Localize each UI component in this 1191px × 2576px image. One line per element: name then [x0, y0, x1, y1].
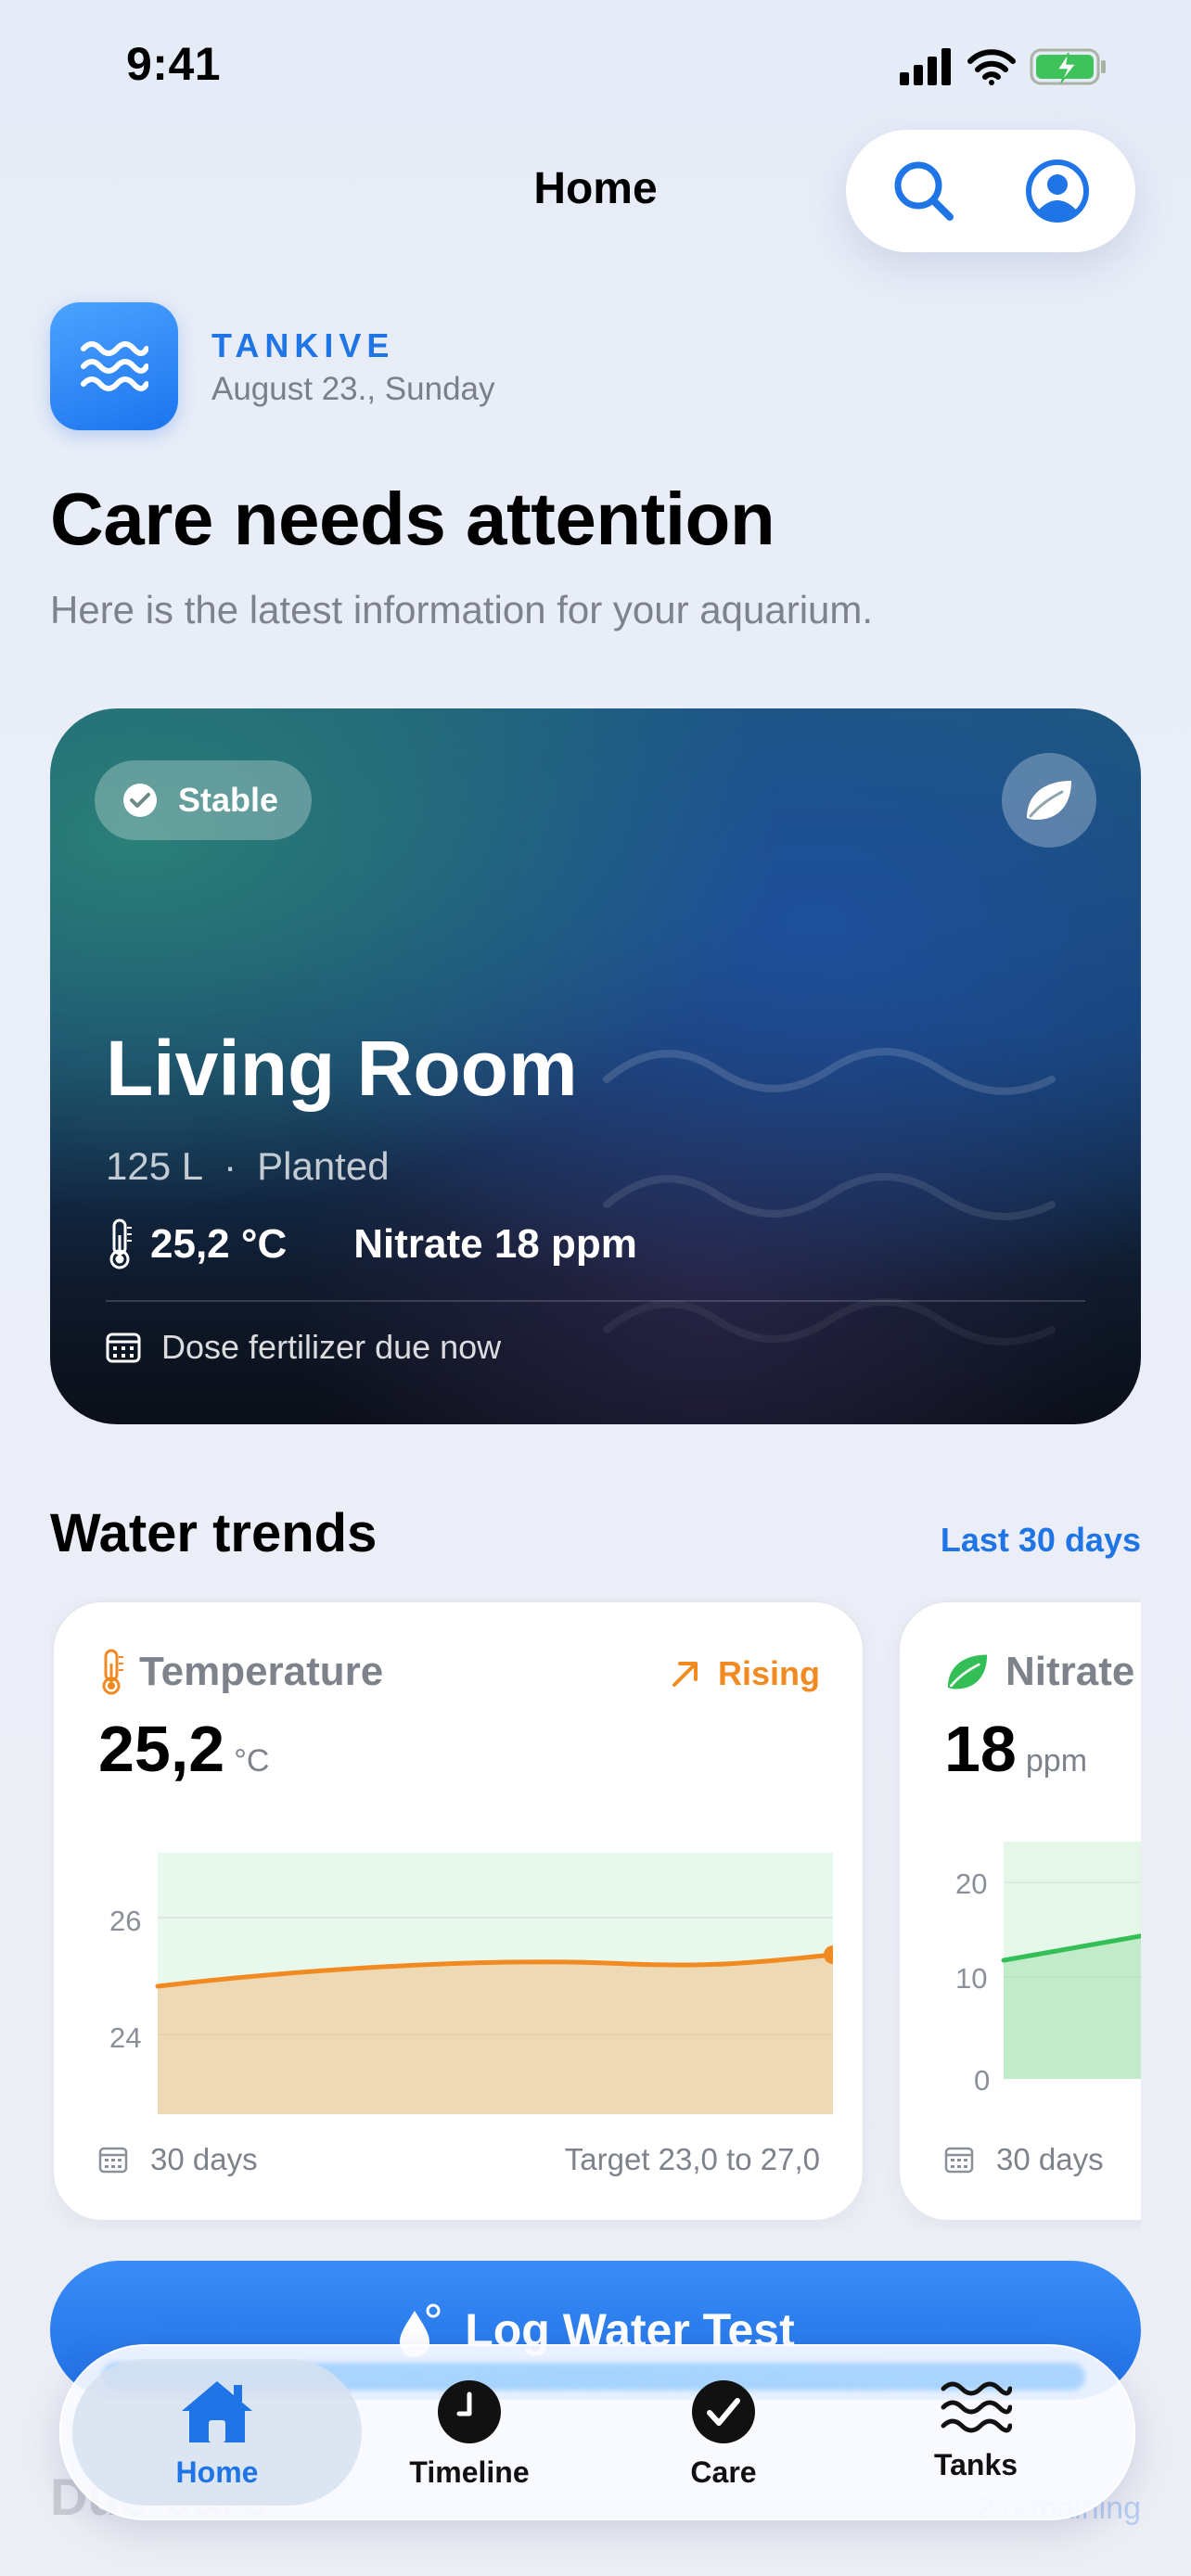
trend-footer: 30 days [98, 2142, 258, 2177]
trend-direction: Rising [670, 1654, 820, 1693]
profile-button[interactable] [1020, 154, 1095, 228]
search-icon [894, 161, 954, 221]
tank-meta: 125 L · Planted [106, 1144, 390, 1189]
trend-header: Nitrate [944, 1649, 1134, 1695]
house-icon [182, 2381, 252, 2442]
trend-label: Nitrate [1005, 1649, 1135, 1694]
nitrate-chart: 20 10 0 [955, 1842, 1141, 2097]
checkmark-circle-icon [692, 2380, 755, 2443]
trend-header: Temperature [98, 1649, 383, 1695]
leaf-icon [1027, 781, 1071, 820]
person-circle-icon [1026, 159, 1089, 223]
trend-unit: °C [234, 1743, 270, 1779]
calendar-icon [106, 1333, 141, 1363]
y-tick-26: 26 [109, 1905, 141, 1937]
tank-card-living-room[interactable]: Stable Living Room 125 L · Planted 25,2 … [50, 708, 1141, 1424]
trend-value: 25,2 °C [98, 1712, 269, 1786]
calendar-icon [944, 2147, 974, 2174]
section-title: Water trends [50, 1503, 378, 1563]
y-tick-0: 0 [974, 2064, 990, 2097]
tank-nitrate: Nitrate 18 ppm [353, 1221, 637, 1267]
trend-card-nitrate[interactable]: Nitrate 18 ppm 20 10 0 30 days [898, 1600, 1141, 2222]
search-button[interactable] [887, 154, 961, 228]
tab-care[interactable]: Care [621, 2378, 826, 2507]
tab-tanks[interactable]: Tanks [874, 2378, 1078, 2507]
tank-temperature: 25,2 °C [150, 1221, 288, 1267]
trend-card-temperature[interactable]: Temperature Rising 25,2 °C 26 24 30 days… [52, 1600, 864, 2222]
divider [106, 1300, 1085, 1302]
wifi-icon [967, 49, 1016, 85]
trend-unit: ppm [1025, 1743, 1088, 1779]
tab-home[interactable]: Home [115, 2378, 319, 2507]
clock-icon [438, 2380, 501, 2443]
battery-charging-icon [1030, 48, 1106, 85]
trend-label: Temperature [139, 1649, 384, 1694]
status-badge: Stable [95, 760, 313, 840]
tab-label: Home [175, 2455, 259, 2489]
app-logo [50, 302, 178, 430]
tab-label: Timeline [409, 2455, 530, 2489]
meta-separator: · [224, 1144, 237, 1188]
tank-type: Planted [257, 1144, 390, 1188]
checkmark-circle-icon [123, 784, 157, 817]
trend-period: 30 days [996, 2142, 1104, 2176]
tab-label: Care [690, 2455, 757, 2489]
headline: Care needs attention [50, 478, 775, 560]
waves-icon [941, 2381, 1012, 2433]
y-tick-20: 20 [955, 1868, 987, 1900]
trend-footer: 30 days [944, 2142, 1104, 2177]
thermometer-icon [109, 1218, 132, 1269]
plant-info-button[interactable] [1002, 753, 1096, 848]
tab-bar: Home Timeline Care Tanks [59, 2344, 1135, 2520]
status-icons [900, 46, 1108, 87]
tab-timeline[interactable]: Timeline [367, 2378, 571, 2507]
tab-label: Tanks [933, 2448, 1018, 2481]
status-time: 9:41 [126, 38, 222, 90]
due-label: Dose fertilizer due now [161, 1328, 502, 1366]
subheadline: Here is the latest information for your … [50, 588, 874, 631]
brand-name: TANKIVE [211, 326, 395, 364]
y-tick-24: 24 [109, 2021, 141, 2054]
temperature-chart: 26 24 [109, 1853, 833, 2114]
range-link[interactable]: Last 30 days [941, 1521, 1141, 1560]
status-label: Stable [178, 781, 279, 819]
due-reminder[interactable]: Dose fertilizer due now [106, 1328, 501, 1367]
tank-stats: 25,2 °C Nitrate 18 ppm [106, 1218, 637, 1270]
nav-actions [846, 130, 1135, 252]
current-date: August 23., Sunday [211, 371, 495, 407]
arrow-up-right-icon [672, 1662, 698, 1687]
trend-value: 18 ppm [944, 1712, 1087, 1786]
tank-name: Living Room [106, 1025, 578, 1112]
trend-value-number: 25,2 [98, 1713, 225, 1785]
calendar-icon [98, 2147, 128, 2174]
trend-value-number: 18 [944, 1713, 1017, 1785]
y-tick-10: 10 [955, 1962, 987, 1995]
trend-target: Target 23,0 to 27,0 [564, 2142, 820, 2176]
thermometer-icon [102, 1649, 123, 1695]
decorative-waves [603, 1048, 1056, 1345]
leaf-icon [947, 1654, 988, 1690]
tank-volume: 125 L [106, 1144, 204, 1188]
trend-period: 30 days [150, 2142, 258, 2176]
waves-icon [81, 341, 148, 391]
cellular-signal-icon [900, 48, 951, 85]
trend-carousel[interactable]: Temperature Rising 25,2 °C 26 24 30 days… [50, 1597, 1141, 2229]
trend-direction-label: Rising [717, 1654, 820, 1692]
